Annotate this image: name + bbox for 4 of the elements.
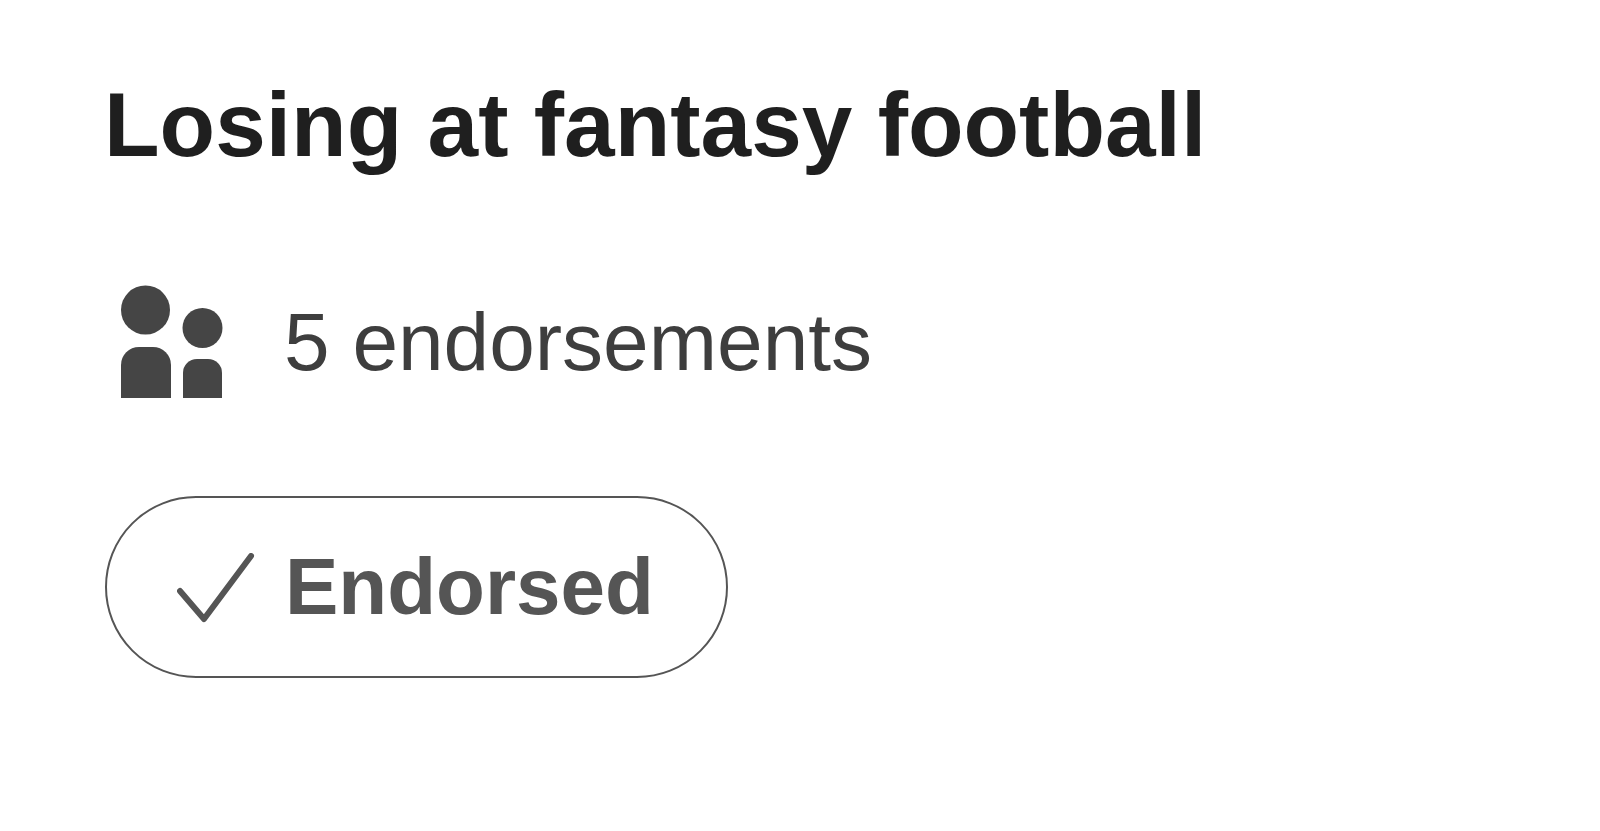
- people-icon: [120, 285, 224, 400]
- skill-title: Losing at fantasy football: [104, 73, 1207, 177]
- endorsement-count: 5 endorsements: [284, 295, 872, 389]
- endorse-button[interactable]: Endorsed: [105, 496, 728, 679]
